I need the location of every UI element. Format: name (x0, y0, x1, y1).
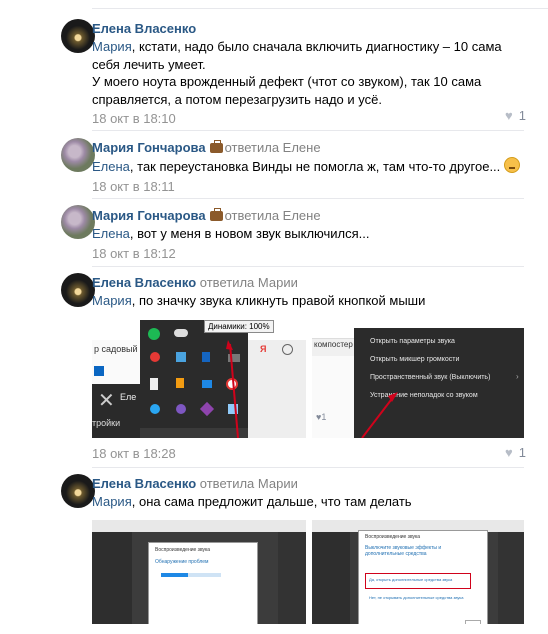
troubleshooter-dialog: Воспроизведение звука Обнаружение пробле… (148, 542, 258, 628)
comment-author[interactable]: Елена Власенко (92, 275, 196, 290)
replied-to[interactable]: ответила Марии (200, 476, 298, 491)
comment: Мария Гончарова ответила Елене Елена, вот… (92, 207, 524, 262)
heart-icon: ♥ (505, 445, 513, 460)
comment: Елена Власенко Мария, кстати, надо было … (92, 20, 524, 127)
comment-author[interactable]: Мария Гончарова (92, 208, 206, 223)
avatar[interactable] (61, 205, 95, 239)
mention-link[interactable]: Елена (92, 159, 130, 174)
replied-to[interactable]: ответила Елене (225, 140, 321, 155)
avatar[interactable] (61, 273, 95, 307)
mention-link[interactable]: Елена (92, 226, 130, 241)
attached-screenshot[interactable]: р садовый ✕ Еле тройки Я Динамики: 100% (92, 320, 306, 438)
like-button[interactable]: ♥ 1 (505, 108, 526, 123)
comment-date[interactable]: 18 окт в 18:28 (92, 446, 176, 462)
divider (92, 130, 524, 131)
red-arrow (361, 392, 398, 438)
red-arrow (226, 340, 239, 438)
briefcase-icon (209, 208, 223, 221)
briefcase-icon (209, 140, 223, 153)
comment-text: Елена, вот у меня в новом звук выключилс… (92, 226, 370, 241)
comment-author-line: Елена Власенко ответила Марии (92, 274, 524, 292)
comment-author-line: Мария Гончарова ответила Елене (92, 139, 524, 157)
comment-text: Елена, так переустановка Винды не помогл… (92, 157, 524, 176)
heart-icon: ♥ (505, 108, 513, 123)
divider (92, 467, 524, 468)
comment-date[interactable]: 18 окт в 18:12 (92, 246, 524, 262)
mention-link[interactable]: Мария (92, 494, 132, 509)
replied-to[interactable]: ответила Елене (225, 208, 321, 223)
comments-page: Елена Власенко Мария, кстати, надо было … (0, 0, 548, 634)
comment: Елена Власенко ответила Марии Мария, по … (92, 274, 524, 310)
attached-screenshot[interactable]: компостер сад ♥1 Открыть параметры звука… (312, 320, 524, 438)
attached-screenshot[interactable]: Воспроизведение звука Обнаружение пробле… (92, 520, 306, 634)
comment-date[interactable]: 18 окт в 18:11 (92, 179, 524, 195)
avatar[interactable] (61, 474, 95, 508)
divider (92, 198, 524, 199)
divider (92, 266, 524, 267)
like-button[interactable]: ♥ 1 (505, 445, 526, 460)
comment-author-line: Елена Власенко ответила Марии (92, 475, 524, 493)
comment-author[interactable]: Елена Власенко (92, 476, 196, 491)
avatar[interactable] (61, 138, 95, 172)
progress-bar (161, 573, 221, 577)
troubleshooter-dialog: Воспроизведение звука Выключите звуковые… (358, 530, 488, 632)
avatar[interactable] (61, 19, 95, 53)
mention-link[interactable]: Мария (92, 39, 132, 54)
comment-text: Мария, она сама предложит дальше, что та… (92, 494, 412, 509)
comment-text: Мария, кстати, надо было сначала включит… (92, 39, 502, 107)
top-divider (92, 0, 548, 9)
comment-author[interactable]: Мария Гончарова (92, 140, 206, 155)
replied-to[interactable]: ответила Марии (200, 275, 298, 290)
comment-date[interactable]: 18 окт в 18:10 (92, 111, 524, 127)
comment-author-line: Мария Гончарова ответила Елене (92, 207, 524, 225)
mention-link[interactable]: Мария (92, 293, 132, 308)
comment: Елена Власенко ответила Марии Мария, она… (92, 475, 524, 511)
worried-face-emoji (504, 157, 521, 173)
comment-text: Мария, по значку звука кликнуть правой к… (92, 293, 426, 308)
comment: Мария Гончарова ответила Елене Елена, так… (92, 139, 524, 195)
attached-screenshot[interactable]: Воспроизведение звука Выключите звуковые… (312, 520, 524, 634)
comment-author[interactable]: Елена Власенко (92, 20, 524, 38)
